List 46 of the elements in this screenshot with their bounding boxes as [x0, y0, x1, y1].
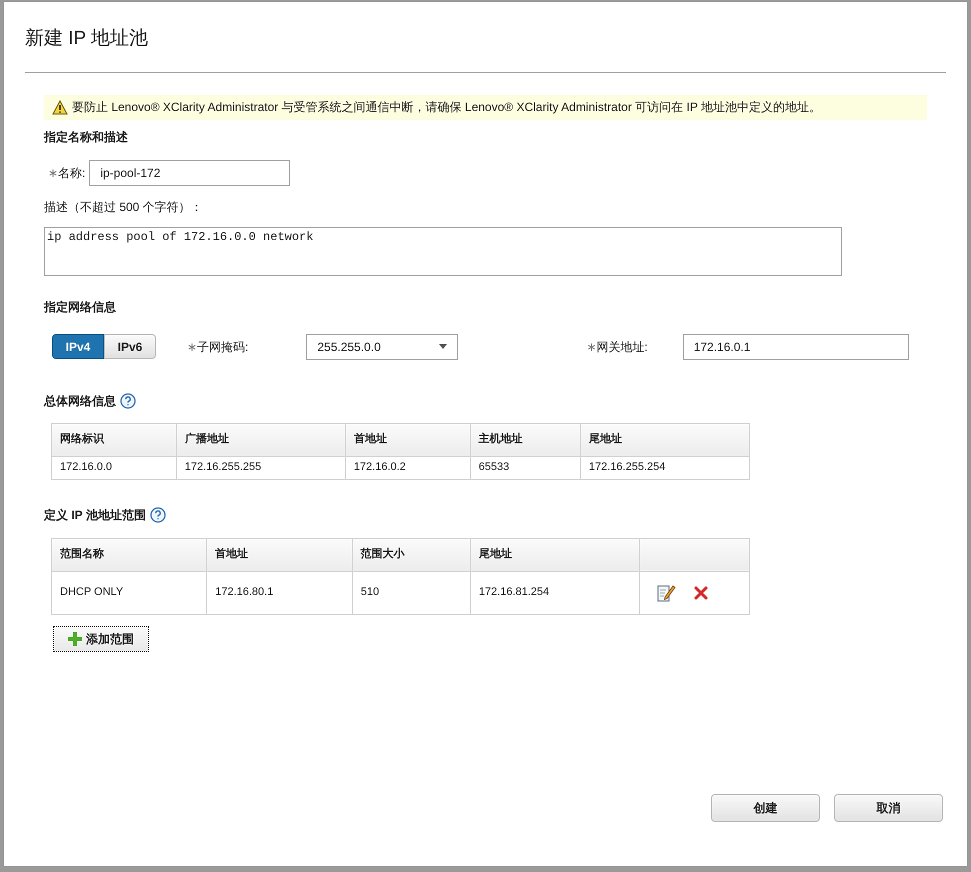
table-cell: 172.16.255.255	[176, 456, 346, 479]
table-cell: 172.16.0.2	[345, 456, 470, 479]
ip-version-tab[interactable]: IPv4	[52, 334, 104, 359]
section-heading: 指定名称和描述	[44, 128, 129, 146]
ip-version-tab[interactable]: IPv6	[104, 334, 156, 359]
column-header: 范围名称	[52, 538, 207, 571]
description-label: 描述（不超过 500 个字符）：	[44, 198, 204, 216]
dropdown-arrow-icon	[439, 344, 448, 349]
table-cell: DHCP ONLY	[52, 571, 207, 614]
plus-icon	[68, 632, 82, 646]
warning-text: 要防止 Lenovo® XClarity Administrator 与受管系统之间通信中断，请确保 Lenovo® XClarity Administrator 可访问在 IP 地址池中定义的地址。	[72, 99, 821, 116]
dialog-button[interactable]: 创建	[711, 794, 820, 822]
subnet-mask-label: 子网掩码:	[197, 338, 248, 356]
table-cell: 172.16.0.0	[52, 456, 176, 479]
required-mark: ∗	[48, 164, 58, 182]
dialog-button[interactable]: 取消	[834, 794, 943, 822]
section-heading: 定义 IP 池地址范围	[44, 506, 146, 524]
edit-icon[interactable]	[656, 582, 676, 602]
table-cell: 172.16.255.254	[580, 456, 750, 479]
required-mark: ∗	[187, 338, 197, 356]
required-mark: ∗	[586, 338, 596, 356]
table-cell: 510	[352, 571, 470, 614]
table-cell: 65533	[470, 456, 580, 479]
name-label: 名称:	[58, 164, 86, 182]
column-header: 尾地址	[580, 423, 750, 456]
name-field[interactable]: ip-pool-172	[89, 160, 290, 186]
add-range-button[interactable]: 添加范围	[53, 626, 149, 652]
column-header: 范围大小	[352, 538, 470, 571]
warning-icon	[52, 100, 68, 114]
column-header: 主机地址	[470, 423, 580, 456]
table-cell: 172.16.80.1	[206, 571, 352, 614]
column-header: 广播地址	[176, 423, 346, 456]
column-header: 首地址	[206, 538, 352, 571]
description-field[interactable]: ip address pool of 172.16.0.0 network	[44, 226, 842, 276]
help-icon[interactable]	[150, 506, 166, 522]
column-header: 网络标识	[52, 423, 176, 456]
table-cell: 172.16.81.254	[470, 571, 640, 614]
gateway-field[interactable]: 172.16.0.1	[682, 334, 909, 360]
gateway-label: 网关地址:	[596, 338, 648, 356]
dialog-title: 新建 IP 地址池	[25, 2, 946, 72]
section-heading: 指定网络信息	[44, 298, 117, 316]
column-header: 首地址	[345, 423, 470, 456]
delete-icon[interactable]	[694, 586, 708, 600]
section-heading: 总体网络信息	[44, 392, 116, 410]
subnet-mask-dropdown[interactable]: 255.255.0.0	[306, 334, 458, 360]
help-icon[interactable]	[120, 392, 136, 408]
